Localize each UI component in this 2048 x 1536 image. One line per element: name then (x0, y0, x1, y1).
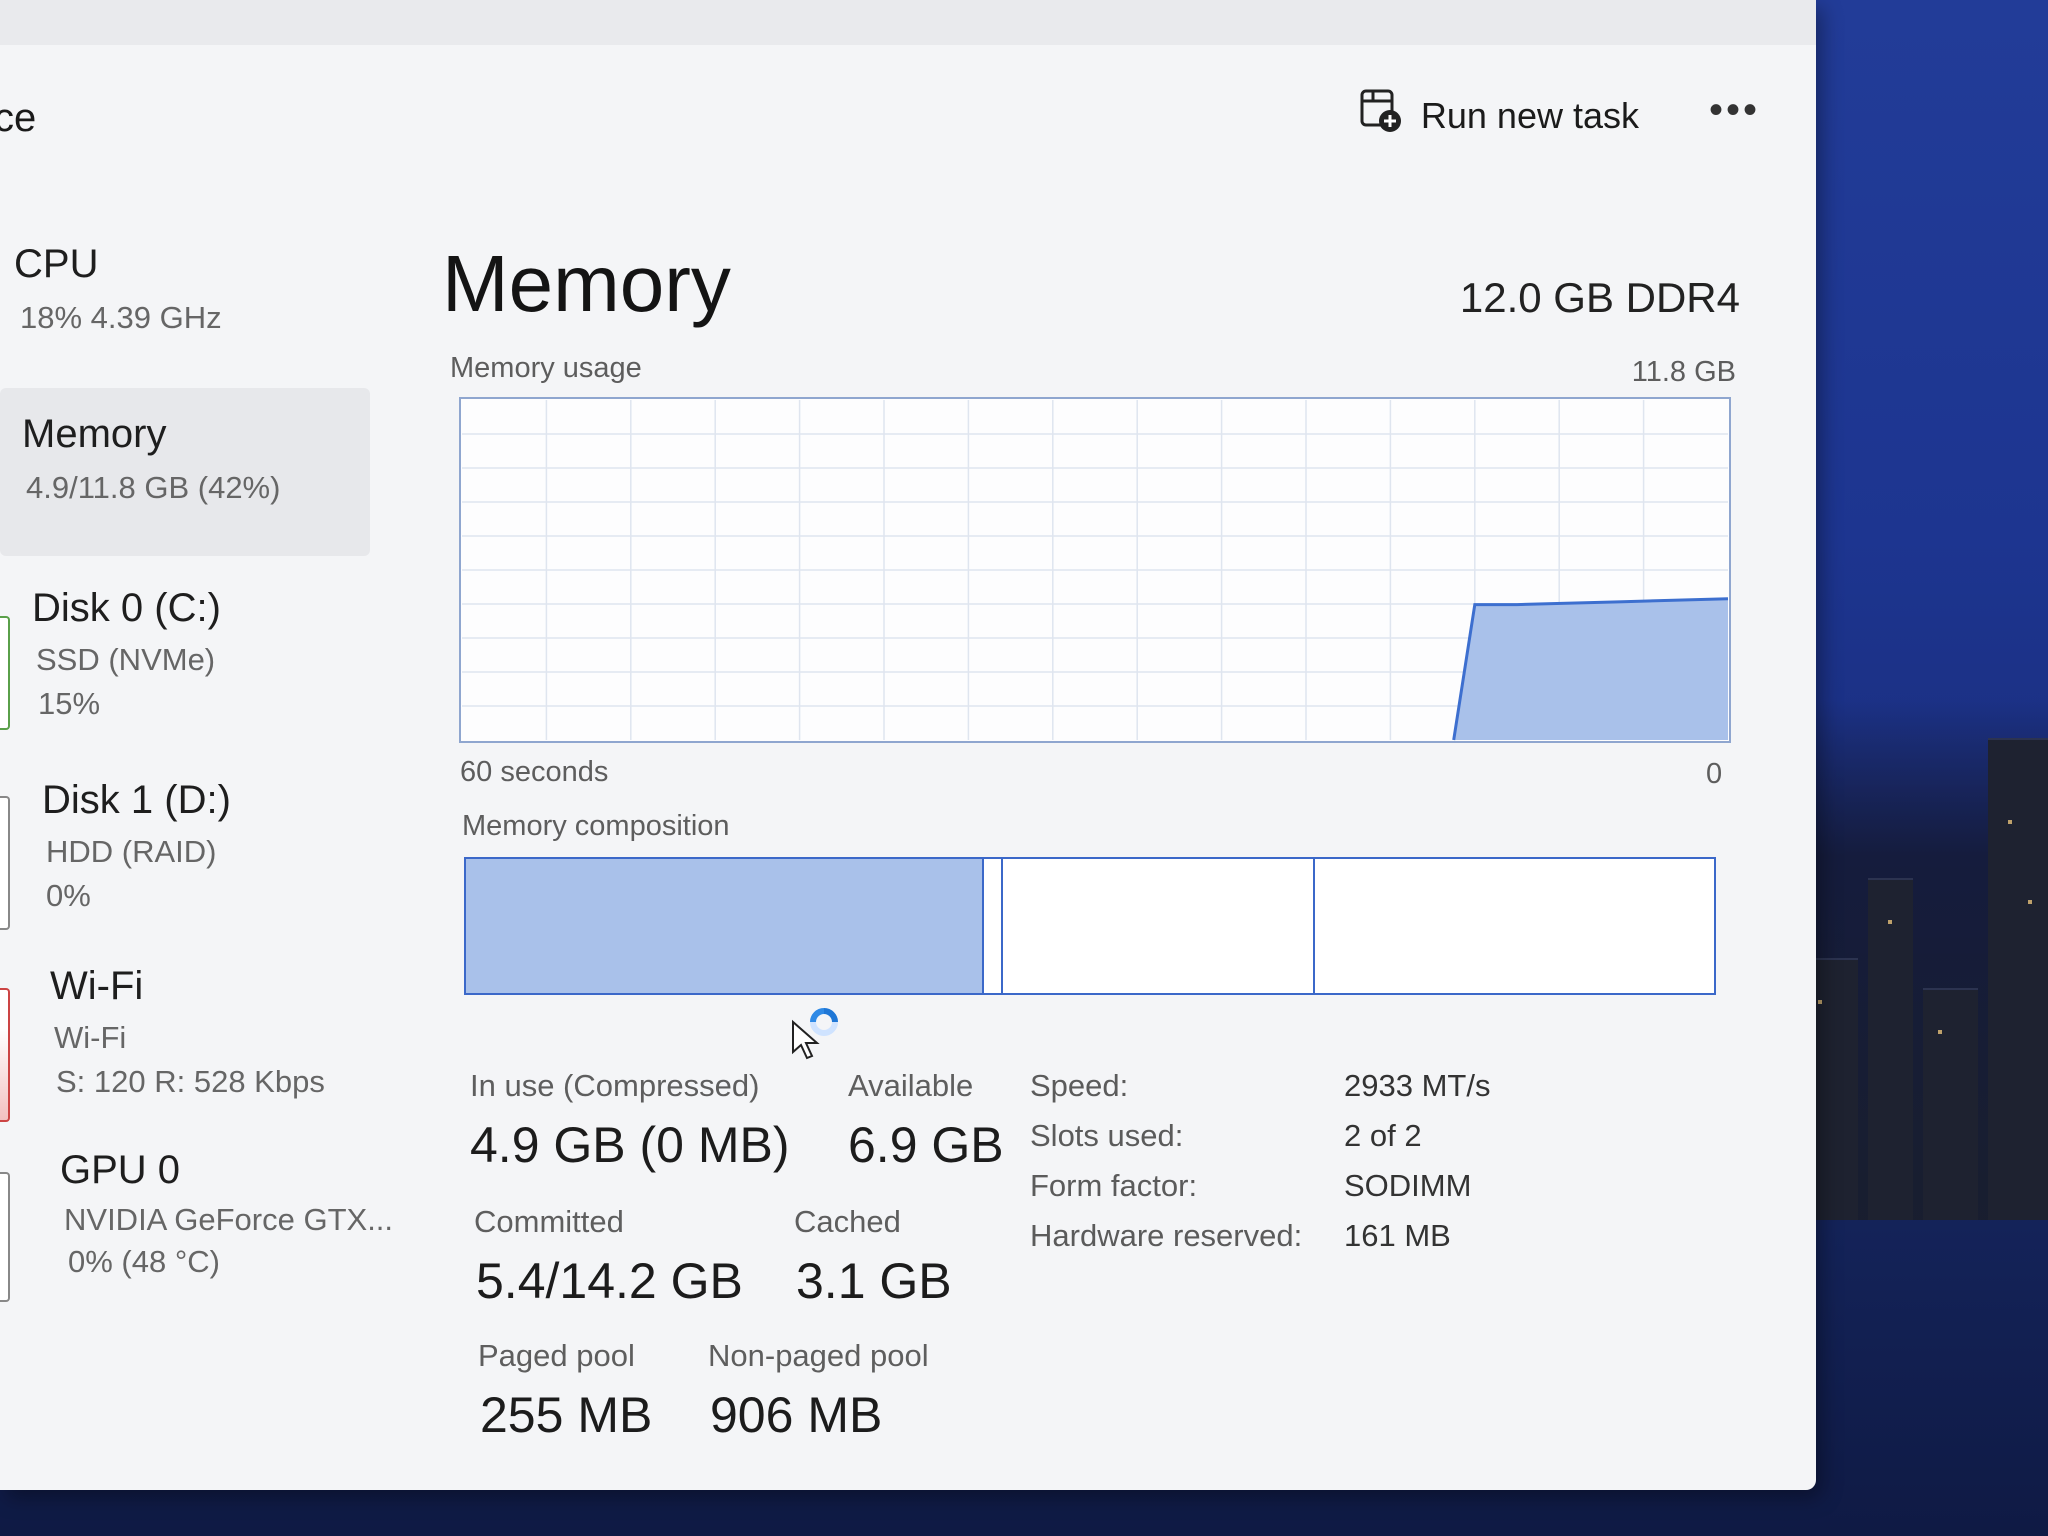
toolbar: Run new task ••• (1359, 88, 1760, 143)
page-title-fragment: ce (0, 96, 37, 140)
window-light (1938, 1030, 1942, 1034)
more-options-icon[interactable]: ••• (1709, 90, 1760, 130)
x-axis-right-label: 0 (1706, 758, 1723, 790)
composition-standby[interactable] (1003, 859, 1315, 993)
composition-modified[interactable] (984, 859, 1003, 993)
committed-value: 5.4/14.2 GB (476, 1253, 743, 1309)
cached-value: 3.1 GB (796, 1253, 952, 1309)
window-light (1818, 1000, 1822, 1004)
sidebar-item-sub-2: S: 120 R: 528 Kbps (56, 1064, 325, 1099)
memory-usage-area (1453, 598, 1728, 740)
sidebar-item-memory[interactable]: Memory 4.9/11.8 GB (42%) (0, 388, 370, 556)
x-axis-left-label: 60 seconds (460, 756, 609, 788)
form-factor-key: Form factor: (1030, 1168, 1198, 1203)
sidebar-item-cpu[interactable]: CPU 18% 4.39 GHz (0, 220, 370, 360)
sidebar-item-sub: 18% 4.39 GHz (20, 300, 222, 335)
disk0-thumbnail (0, 616, 10, 730)
sidebar-item-sub-2: 15% (38, 686, 101, 721)
mouse-cursor-busy-icon (790, 1004, 850, 1069)
sidebar-item-sub: 4.9/11.8 GB (42%) (26, 470, 281, 505)
memory-composition-label: Memory composition (462, 810, 730, 842)
committed-label: Committed (474, 1204, 624, 1239)
cached-label: Cached (794, 1204, 901, 1239)
composition-free[interactable] (1315, 859, 1714, 993)
hardware-reserved-value: 161 MB (1344, 1218, 1451, 1253)
memory-usage-label: Memory usage (450, 352, 642, 384)
window-light (1888, 920, 1892, 924)
non-paged-pool-value: 906 MB (710, 1387, 883, 1443)
gpu-thumbnail (0, 1172, 10, 1302)
sidebar-item-title: CPU (14, 242, 99, 286)
sidebar-item-sub: NVIDIA GeForce GTX... (64, 1202, 394, 1237)
sidebar-item-wifi[interactable]: Wi-Fi Wi-Fi S: 120 R: 528 Kbps (0, 958, 370, 1138)
paged-pool-value: 255 MB (480, 1387, 653, 1443)
disk1-thumbnail (0, 796, 10, 930)
window-light (2028, 900, 2032, 904)
sidebar-item-title: Wi-Fi (50, 964, 144, 1008)
hardware-reserved-key: Hardware reserved: (1030, 1218, 1303, 1253)
form-factor-value: SODIMM (1344, 1168, 1472, 1203)
speed-key: Speed: (1030, 1068, 1129, 1103)
sidebar-item-sub-2: 0% (46, 878, 91, 913)
run-new-task-button[interactable]: Run new task (1359, 88, 1639, 143)
wifi-thumbnail (0, 988, 10, 1122)
sidebar-item-disk-1[interactable]: Disk 1 (D:) HDD (RAID) 0% (0, 768, 370, 948)
run-task-icon (1359, 88, 1403, 143)
in-use-value: 4.9 GB (0 MB) (470, 1117, 790, 1173)
building (1988, 738, 2048, 1220)
task-manager-window: ce Run new task ••• CPU 18% 4.39 GHz Mem… (0, 0, 1816, 1490)
sidebar-item-title: GPU 0 (60, 1148, 181, 1192)
composition-in-use[interactable] (466, 859, 985, 993)
sidebar-item-sub: Wi-Fi (54, 1020, 127, 1055)
building (1923, 988, 1978, 1220)
non-paged-pool-label: Non-paged pool (708, 1338, 929, 1373)
sidebar-item-title: Memory (22, 412, 167, 456)
sidebar-item-sub-2: 0% (48 °C) (68, 1244, 220, 1279)
available-value: 6.9 GB (848, 1117, 1004, 1173)
sidebar-item-disk-0[interactable]: Disk 0 (C:) SSD (NVMe) 15% (0, 572, 370, 752)
sidebar-item-title: Disk 1 (D:) (42, 778, 231, 822)
building (1868, 878, 1913, 1220)
page-title: Memory (442, 239, 731, 328)
memory-composition-bar (464, 857, 1716, 995)
sidebar-item-sub: SSD (NVMe) (36, 642, 216, 677)
run-task-label: Run new task (1420, 94, 1639, 136)
sidebar-item-gpu-0[interactable]: GPU 0 NVIDIA GeForce GTX... 0% (48 °C) (0, 1138, 393, 1318)
slots-used-key: Slots used: (1030, 1118, 1184, 1153)
in-use-label: In use (Compressed) (470, 1068, 760, 1103)
paged-pool-label: Paged pool (478, 1338, 635, 1373)
speed-value: 2933 MT/s (1344, 1068, 1491, 1103)
memory-usage-max: 11.8 GB (1631, 356, 1736, 388)
memory-spec: 12.0 GB DDR4 (1459, 274, 1740, 321)
sidebar-item-sub: HDD (RAID) (46, 834, 217, 869)
window-light (2008, 820, 2012, 824)
memory-usage-chart (459, 397, 1731, 743)
slots-used-value: 2 of 2 (1344, 1118, 1422, 1153)
sidebar-item-title: Disk 0 (C:) (32, 586, 221, 630)
available-label: Available (848, 1068, 974, 1103)
